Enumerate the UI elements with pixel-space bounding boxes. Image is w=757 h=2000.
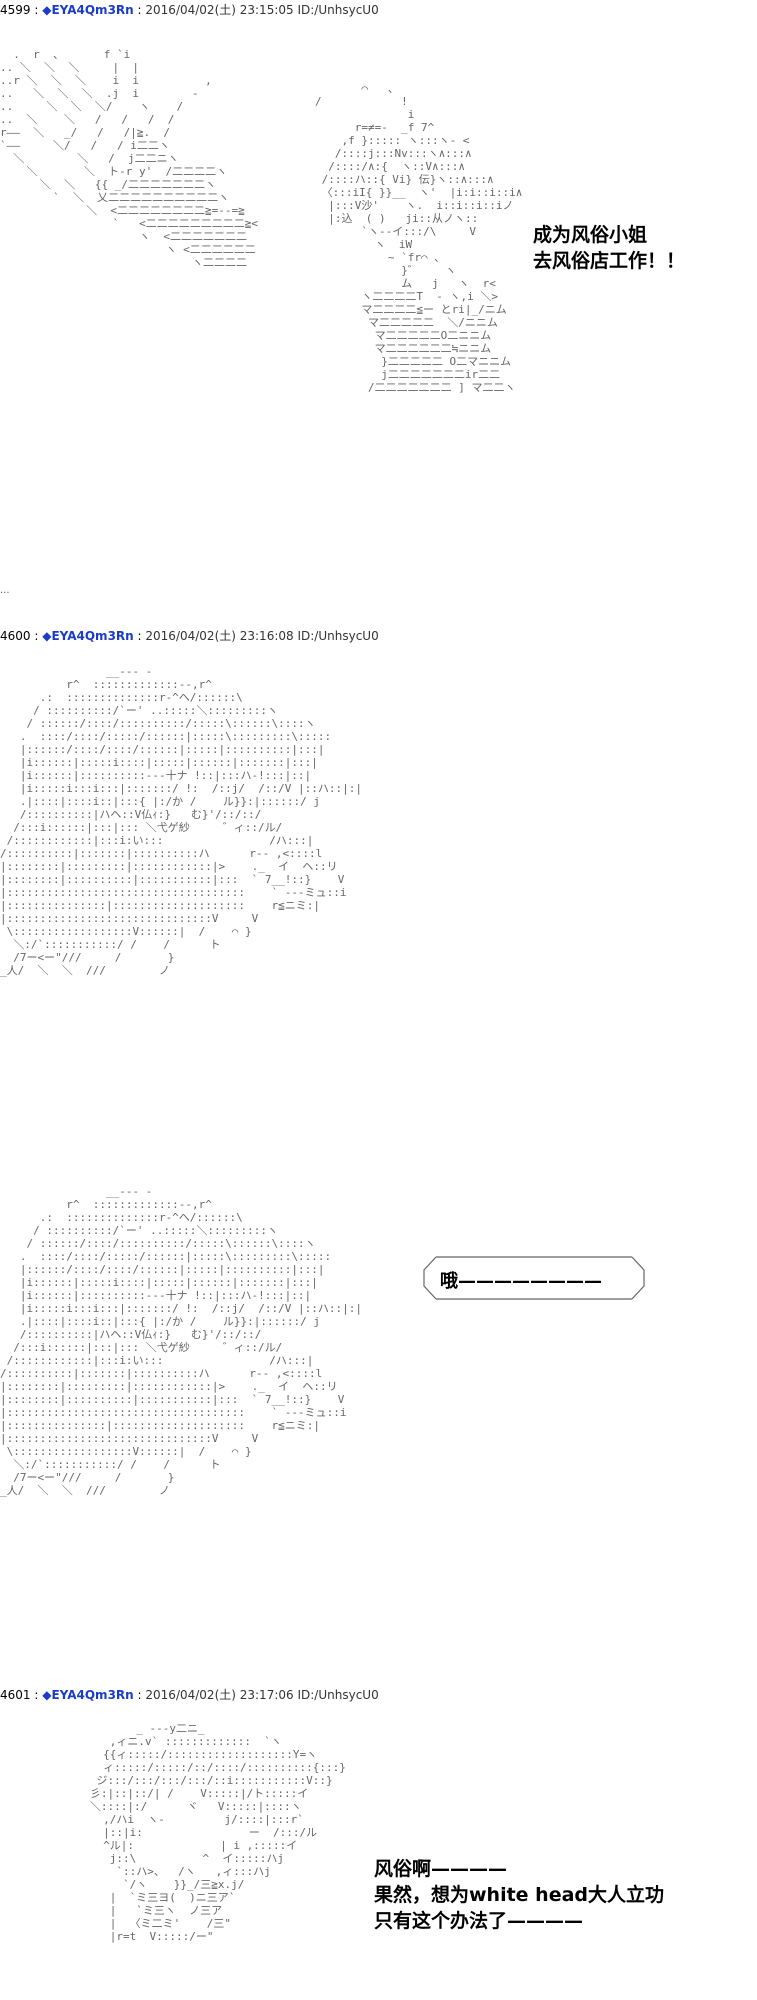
speech-bubble: 哦———————— xyxy=(418,1254,650,1302)
separator: : xyxy=(34,1688,39,1702)
post-id: ID:/UnhsycU0 xyxy=(297,629,379,643)
ascii-art-figure: ⌒ 、 / ! i r=≠=- _f 7^ ,f }::::: ヽ:::ヽ- <… xyxy=(314,82,523,394)
poster-trip[interactable]: EYA4Qm3Rn xyxy=(51,3,133,17)
separator: : xyxy=(137,629,142,643)
post-number: 4600 xyxy=(0,629,31,643)
post-header-4600: 4600 : ◆EYA4Qm3Rn : 2016/04/02(土) 23:16:… xyxy=(0,628,379,644)
post-date: 2016/04/02(土) 23:15:05 xyxy=(145,3,294,17)
bubble-text: 哦———————— xyxy=(440,1271,602,1292)
speech-line: 成为风俗小姐 xyxy=(533,224,648,246)
poster-trip[interactable]: EYA4Qm3Rn xyxy=(51,629,133,643)
speech-line: 只有这个办法了———— xyxy=(374,1910,584,1932)
speech-line: 风俗啊———— xyxy=(374,1858,508,1880)
post-id: ID:/UnhsycU0 xyxy=(297,1688,379,1702)
separator: : xyxy=(34,3,39,17)
speech-line: 去风俗店工作！！ xyxy=(533,250,686,272)
ascii-art-chibi: _ ---y二ニ_ ,ィニ.v` ::::::::::::: `ヽ {{ィ:::… xyxy=(89,1722,346,1943)
separator: : xyxy=(34,629,39,643)
ascii-art-face-1: __--- - r^ :::::::::::::--,r^ .: :::::::… xyxy=(0,665,362,977)
speech-text-4599: 成为风俗小姐 去风俗店工作！！ xyxy=(533,222,685,274)
speech-line: 果然，想为white head大人立功 xyxy=(374,1884,665,1906)
post-date: 2016/04/02(土) 23:16:08 xyxy=(145,629,294,643)
ascii-art-hand: . r 、 f `i .. ＼ ＼ ＼ | | ..r ＼ ＼ ＼ i i , … xyxy=(0,48,258,269)
post-number: 4599 xyxy=(0,3,31,17)
post-header-4599: 4599 : ◆EYA4Qm3Rn : 2016/04/02(土) 23:15:… xyxy=(0,2,379,18)
ascii-art-face-2: __--- - r^ :::::::::::::--,r^ .: :::::::… xyxy=(0,1185,362,1497)
separator: : xyxy=(137,1688,142,1702)
post-date: 2016/04/02(土) 23:17:06 xyxy=(145,1688,294,1702)
speech-text-4601: 风俗啊———— 果然，想为white head大人立功 只有这个办法了———— xyxy=(374,1856,664,1934)
post-number: 4601 xyxy=(0,1688,31,1702)
post-header-4601: 4601 : ◆EYA4Qm3Rn : 2016/04/02(土) 23:17:… xyxy=(0,1687,379,1703)
poster-trip[interactable]: EYA4Qm3Rn xyxy=(51,1688,133,1702)
dot-mark: ... xyxy=(0,585,10,596)
separator: : xyxy=(137,3,142,17)
post-id: ID:/UnhsycU0 xyxy=(297,3,379,17)
